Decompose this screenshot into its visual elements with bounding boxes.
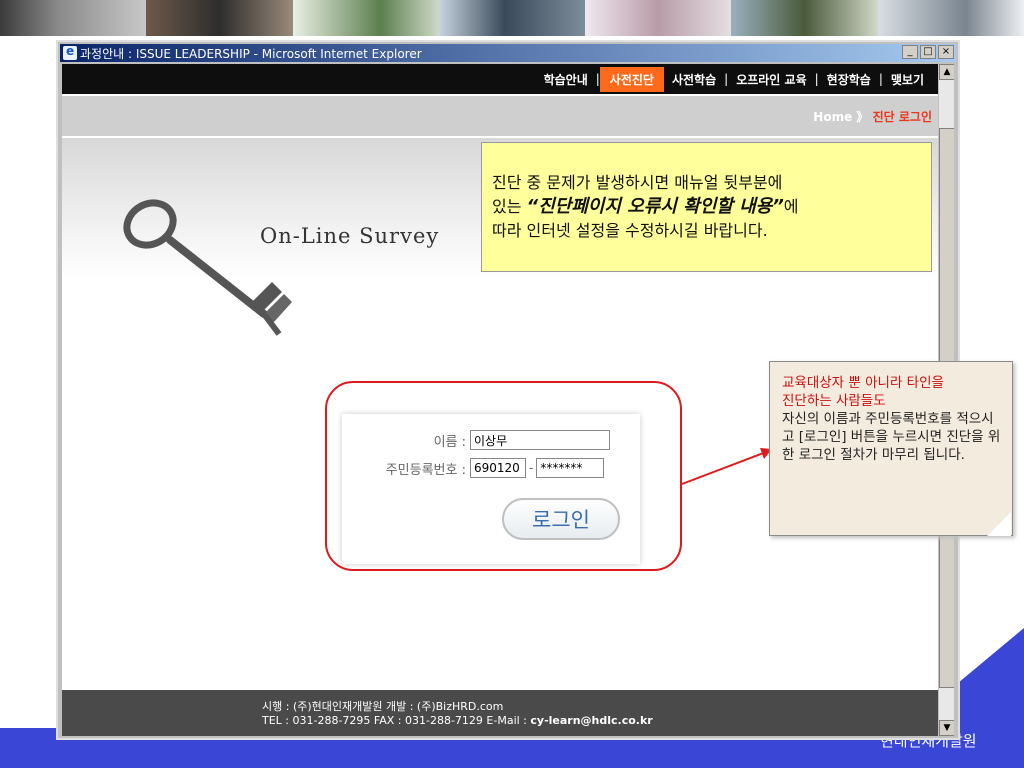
sticky-note: 교육대상자 뿐 아니라 타인을 진단하는 사람들도 자신의 이름과 주민등록번호… (769, 361, 1013, 536)
breadcrumb-current: 진단 로그인 (872, 110, 932, 124)
footer-line-2: TEL : 031-288-7295 FAX : 031-288-7129 E-… (262, 714, 653, 727)
title-bar: 과정안내 : ISSUE LEADERSHIP - Microsoft Inte… (60, 44, 956, 62)
highlight-ring (325, 381, 682, 571)
top-photo-banner (0, 0, 1024, 36)
scroll-down-icon[interactable]: ▼ (939, 720, 954, 736)
banner-photo (585, 0, 732, 36)
nav-item-offline[interactable]: 오프라인 교육 (728, 71, 814, 88)
close-button[interactable]: × (938, 45, 954, 59)
nav-item-pre-study[interactable]: 사전학습 (664, 71, 724, 88)
note-fold-icon (987, 512, 1011, 536)
callout-line-2-suffix: 에 (783, 197, 799, 216)
callout-line-1: 진단 중 문제가 발생하시면 매뉴얼 뒷부분에 (492, 173, 783, 192)
scroll-up-icon[interactable]: ▲ (939, 64, 954, 80)
nav-item-pre-diagnosis[interactable]: 사전진단 (599, 66, 664, 92)
banner-photo (146, 0, 293, 36)
callout-emphasis: “진단페이지 오류시 확인할 내용” (526, 196, 784, 217)
banner-photo (0, 0, 147, 36)
nav-item-study-guide[interactable]: 학습안내 (536, 71, 596, 88)
breadcrumb: Home 》 진단 로그인 (62, 96, 938, 136)
breadcrumb-home[interactable]: Home (813, 110, 852, 124)
banner-photo (731, 0, 878, 36)
survey-title: On-Line Survey (260, 224, 440, 248)
note-highlight-2: 진단하는 사람들도 (782, 393, 886, 409)
minimize-button[interactable]: _ (902, 45, 918, 59)
key-icon (123, 199, 292, 336)
banner-photo (438, 0, 586, 36)
note-highlight-1: 교육대상자 뿐 아니라 타인을 (782, 375, 944, 391)
window-title: 과정안내 : ISSUE LEADERSHIP - Microsoft Inte… (80, 46, 422, 61)
maximize-button[interactable]: □ (920, 45, 936, 59)
nav-item-field-study[interactable]: 현장학습 (819, 71, 879, 88)
footer: 시행 : (주)현대인재개발원 개발 : (주)BizHRD.com TEL :… (62, 690, 938, 736)
banner-photo (877, 0, 1024, 36)
banner-photo (292, 0, 439, 36)
yellow-callout: 진단 중 문제가 발생하시면 매뉴얼 뒷부분에 있는 “진단페이지 오류시 확인… (481, 142, 932, 272)
callout-line-3: 따라 인터넷 설정을 수정하시길 바랍니다. (492, 221, 768, 240)
top-nav: 학습안내 | 사전진단 사전학습 | 오프라인 교육 | 현장학습 | 맺보기 (62, 64, 938, 94)
note-body: 자신의 이름과 주민등록번호를 적으시고 [로그인] 버튼을 누르시면 진단을 … (782, 411, 1001, 463)
ie-icon (63, 44, 77, 60)
footer-contact: TEL : 031-288-7295 FAX : 031-288-7129 E-… (262, 714, 531, 727)
breadcrumb-separator: 》 (856, 110, 869, 124)
window-controls: _ □ × (902, 45, 954, 59)
footer-line-1: 시행 : (주)현대인재개발원 개발 : (주)BizHRD.com (262, 700, 504, 713)
footer-email[interactable]: cy-learn@hdlc.co.kr (530, 714, 652, 727)
nav-item-closing[interactable]: 맺보기 (883, 71, 932, 88)
arrow-icon (681, 448, 772, 485)
callout-line-2-prefix: 있는 (492, 197, 527, 216)
callout-line-2: 있는 “진단페이지 오류시 확인할 내용”에 (492, 195, 931, 219)
